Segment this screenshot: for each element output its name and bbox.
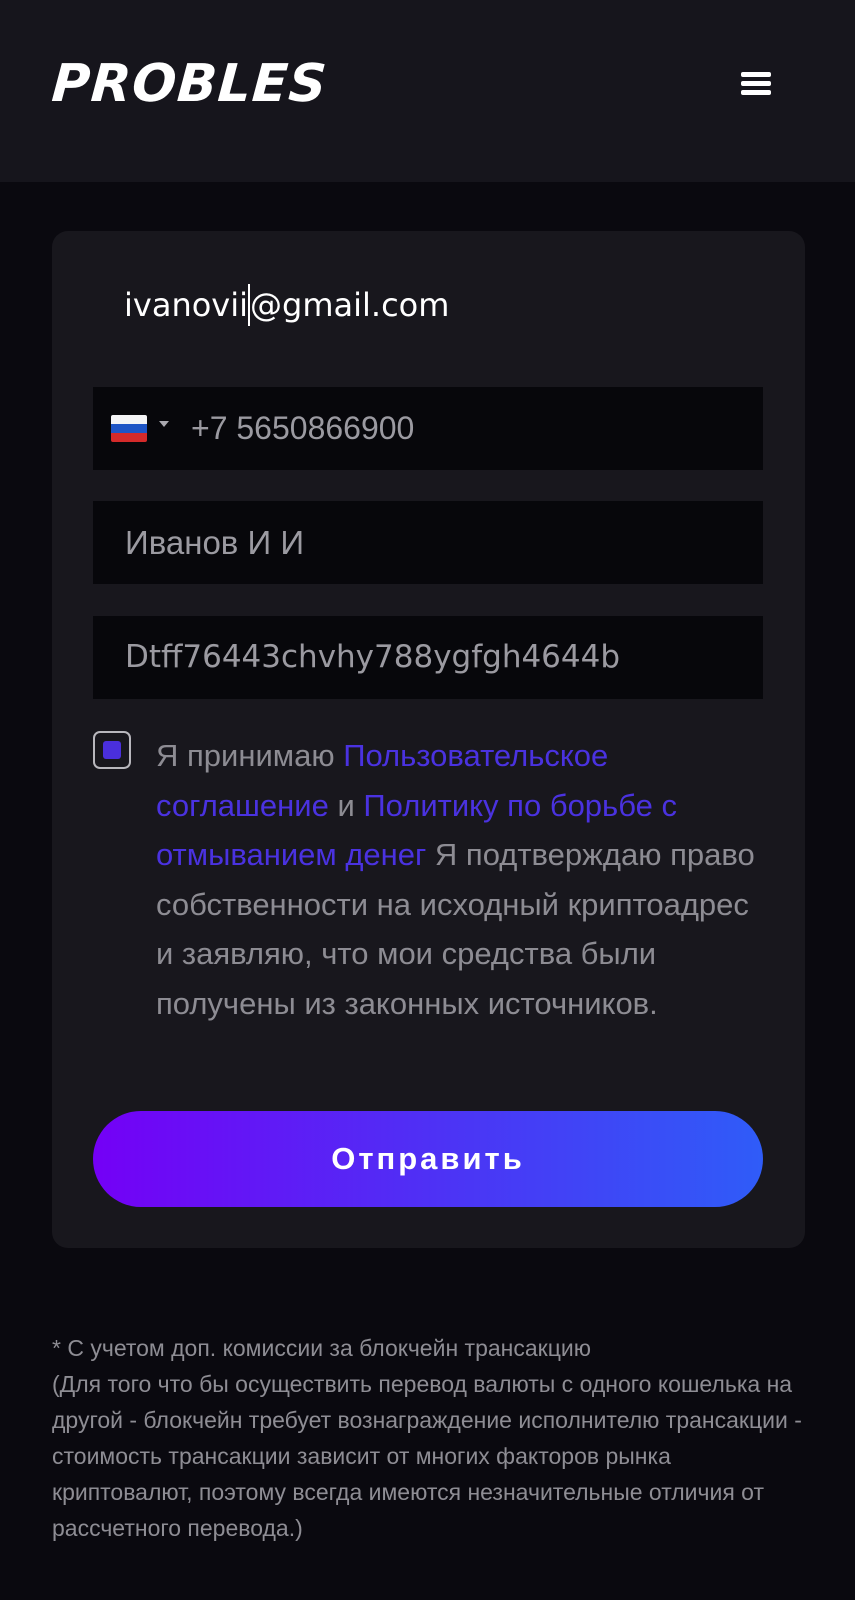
fee-footnote: * С учетом доп. комиссии за блокчейн тра… [52,1330,812,1546]
email-value-part: ivanovii [124,286,249,324]
top-bar: PROBLES [0,0,855,182]
agreement-text: Я принимаю Пользовательское соглашение и… [156,731,766,1028]
agreement-text-part: Я принимаю [156,738,344,773]
checkbox-checked-mark [103,741,121,759]
submit-button[interactable]: Отправить [93,1111,763,1207]
wallet-address-value: Dtff76443chvhy788ygfgh4644b [125,639,621,675]
phone-field[interactable]: +7 5650866900 [93,387,763,470]
menu-line [741,90,771,95]
footnote-line: (Для того что бы осуществить перевод вал… [52,1371,802,1541]
russia-flag-icon[interactable] [111,415,147,442]
agreement-checkbox[interactable] [93,731,131,769]
email-value-part: @gmail.com [250,286,450,324]
menu-line [741,72,771,77]
hamburger-menu-icon[interactable] [734,64,778,102]
full-name-value: Иванов И И [125,524,305,561]
phone-value: +7 5650866900 [191,410,415,446]
chevron-down-icon[interactable] [159,421,169,427]
full-name-field[interactable]: Иванов И И [93,501,763,584]
agreement-text-part: и [328,787,364,823]
footnote-line: * С учетом доп. комиссии за блокчейн тра… [52,1335,591,1361]
wallet-address-field[interactable]: Dtff76443chvhy788ygfgh4644b [93,616,763,699]
menu-line [741,81,771,86]
email-field[interactable]: ivanovii@gmail.com [124,283,449,327]
site-logo[interactable]: PROBLES [50,52,330,116]
exchange-form-card: ivanovii@gmail.com +7 5650866900 Иванов … [52,231,805,1248]
